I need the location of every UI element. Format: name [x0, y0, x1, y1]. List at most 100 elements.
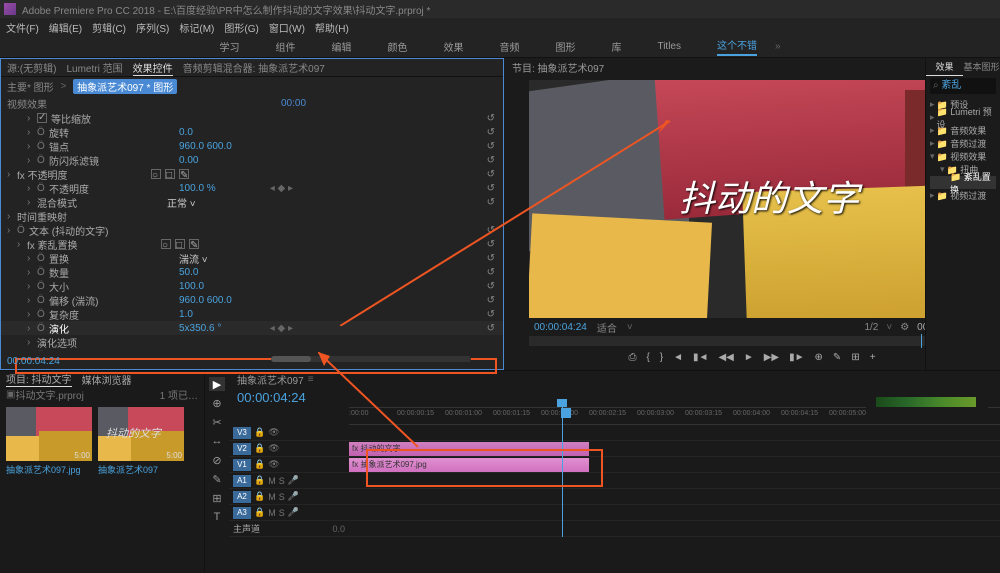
track-header[interactable]: A3🔒MS🎤 [229, 505, 349, 521]
title-text: Adobe Premiere Pro CC 2018 - E:\百度经验\PR中… [22, 2, 430, 17]
ec-timecode[interactable]: 00:00:04:24 [7, 356, 60, 367]
monitor-resolution[interactable]: 1/2 [864, 322, 878, 333]
workspace-tab[interactable]: 组件 [275, 39, 295, 54]
track-header[interactable]: A2🔒MS🎤 [229, 489, 349, 505]
menu-item[interactable]: 序列(S) [136, 20, 169, 35]
menu-item[interactable]: 标记(M) [179, 20, 214, 35]
property-row[interactable]: ›Ö置换湍流 ˅↺ [1, 251, 503, 265]
playback-button[interactable]: ◀◀ [718, 352, 733, 363]
effects-tree: ▸ 📁 预设▸ 📁 Lumetri 预设▸ 📁 音频效果▸ 📁 音频过渡▾ 📁 … [926, 96, 1000, 204]
tool-button[interactable]: ▶ [209, 377, 225, 391]
playhead-icon[interactable] [921, 334, 922, 348]
ec-tab[interactable]: 源:(无剪辑) [7, 60, 56, 75]
playback-button[interactable]: ▮► [789, 352, 804, 363]
menu-item[interactable]: 剪辑(C) [92, 20, 126, 35]
workspace-tab[interactable]: 学习 [219, 39, 239, 54]
effect-item[interactable]: ▸ 📁 Lumetri 预设 [930, 111, 996, 124]
track-header[interactable]: A1🔒MS🎤 [229, 473, 349, 489]
bin-item[interactable]: 抖动的文字5:00 抽象派艺术097 [98, 407, 184, 476]
timeline-menu-icon[interactable]: ≡ [308, 374, 314, 385]
property-row[interactable]: ›Ö数量50.0↺ [1, 265, 503, 279]
track-header[interactable]: 主声道0.0 [229, 521, 349, 537]
workspace-tab[interactable]: 效果 [443, 39, 463, 54]
property-row[interactable]: ›混合模式正常 ˅↺ [1, 195, 503, 209]
menu-item[interactable]: 帮助(H) [315, 20, 349, 35]
track-header[interactable]: V2🔒👁 [229, 441, 349, 457]
monitor-scrubber[interactable] [529, 336, 975, 346]
tool-button[interactable]: ✎ [209, 472, 225, 486]
playback-button[interactable]: ► [744, 352, 754, 363]
effects-search[interactable]: ⌕ 紊乱 [930, 78, 996, 94]
property-row[interactable]: ›Ö文本 (抖动的文字)↺ [1, 223, 503, 237]
property-row[interactable]: ›Ö旋转0.0↺ [1, 125, 503, 139]
playback-button[interactable]: ⎙ [628, 352, 636, 363]
monitor-timecode[interactable]: 00:00:04:24 [534, 322, 587, 333]
workspace-tab[interactable]: 编辑 [331, 39, 351, 54]
tool-button[interactable]: ↔ [209, 434, 225, 448]
property-row[interactable]: ›Ö防闪烁滤镜0.00↺ [1, 153, 503, 167]
playback-button[interactable]: ⊞ [851, 352, 859, 363]
playback-button[interactable]: ✎ [833, 352, 841, 363]
settings-icon[interactable]: ⚙ [900, 322, 909, 333]
track-header[interactable]: V3🔒👁 [229, 425, 349, 441]
ec-clip-link[interactable]: 抽象派艺术097 * 图形 [73, 79, 177, 94]
effects-tab[interactable]: 效果 [926, 58, 963, 76]
property-row[interactable]: ›演化选项 [1, 335, 503, 349]
effects-panel: 效果基本图形 ⌕ 紊乱 ▸ 📁 预设▸ 📁 Lumetri 预设▸ 📁 音频效果… [925, 58, 1000, 370]
ec-tab[interactable]: 音频剪辑混合器: 抽象派艺术097 [183, 60, 325, 75]
monitor-tab[interactable]: 节目: 抽象派艺术097 [512, 60, 604, 75]
tool-button[interactable]: T [209, 510, 225, 524]
property-row[interactable]: ›Ö锚点960.0 600.0↺ [1, 139, 503, 153]
menu-item[interactable]: 编辑(E) [49, 20, 82, 35]
workspace-active[interactable]: 这个不错 [717, 37, 757, 56]
effects-tab[interactable]: 基本图形 [963, 58, 1000, 76]
properties-list: ›✓等比缩放↺›Ö旋转0.0↺›Ö锚点960.0 600.0↺›Ö防闪烁滤镜0.… [1, 111, 503, 351]
track-header[interactable]: V1🔒👁 [229, 457, 349, 473]
property-row[interactable]: ›Ö偏移 (湍流)960.0 600.0↺ [1, 293, 503, 307]
effect-item[interactable]: 📁 紊乱置换 [930, 176, 996, 189]
menu-item[interactable]: 文件(F) [6, 20, 39, 35]
property-row[interactable]: ›Ö演化5x350.6 °◂ ◆ ▸↺ [1, 321, 503, 335]
playback-button[interactable]: { [646, 352, 649, 363]
workspace-tab[interactable]: 图形 [555, 39, 575, 54]
property-row[interactable]: ›Ö不透明度100.0 %◂ ◆ ▸↺ [1, 181, 503, 195]
playback-button[interactable]: ▮◄ [693, 352, 708, 363]
tool-button[interactable]: ⊞ [209, 491, 225, 505]
ec-tab[interactable]: Lumetri 范围 [66, 60, 122, 75]
playback-button[interactable]: + [870, 352, 876, 363]
workspace-menu-icon[interactable]: » [775, 41, 781, 52]
property-row[interactable]: ›fx 不透明度○□✎↺ [1, 167, 503, 181]
tool-button[interactable]: ⊘ [209, 453, 225, 467]
property-row[interactable]: ›✓等比缩放↺ [1, 111, 503, 125]
effect-item[interactable]: ▸ 📁 音频过渡 [930, 137, 996, 150]
tool-palette: ▶ ⊕ ✂ ↔ ⊘ ✎ ⊞ T [205, 371, 229, 573]
playback-button[interactable]: ⊕ [815, 352, 823, 363]
effect-item[interactable]: ▾ 📁 视频效果 [930, 150, 996, 163]
bin-item[interactable]: 5:00 抽象派艺术097.jpg [6, 407, 92, 476]
workspace-tab[interactable]: 音频 [499, 39, 519, 54]
property-row[interactable]: ›Ö大小100.0↺ [1, 279, 503, 293]
ec-tab[interactable]: 效果控件 [133, 60, 173, 76]
workspace-tab[interactable]: 库 [611, 39, 621, 54]
tool-button[interactable]: ✂ [209, 415, 225, 429]
workspace-tab[interactable]: 颜色 [387, 39, 407, 54]
playback-button[interactable]: ◄ [673, 352, 683, 363]
workspace-tab[interactable]: Titles [657, 41, 681, 52]
playback-button[interactable]: } [660, 352, 663, 363]
tool-button[interactable]: ⊕ [209, 396, 225, 410]
property-row[interactable]: ›Ö复杂度1.0↺ [1, 307, 503, 321]
monitor-viewport[interactable]: 抖动的文字 [529, 80, 975, 318]
overlay-text: 抖动的文字 [679, 170, 859, 222]
playback-button[interactable]: ▶▶ [764, 352, 779, 363]
property-row[interactable]: ›Ö固定全部固定 ˅↺ [1, 349, 503, 351]
bin-icon[interactable]: ▣ [6, 389, 15, 400]
effect-item[interactable]: ▸ 📁 视频过渡 [930, 189, 996, 202]
timeline-timecode[interactable]: 00:00:04:24 [237, 390, 306, 405]
ec-scrollbar[interactable] [271, 356, 471, 362]
effect-item[interactable]: ▸ 📁 音频效果 [930, 124, 996, 137]
monitor-zoom[interactable]: 适合 [597, 320, 617, 335]
menu-item[interactable]: 窗口(W) [269, 20, 305, 35]
property-row[interactable]: ›时间重映射 [1, 209, 503, 223]
property-row[interactable]: ›fx 紊乱置换○□✎↺ [1, 237, 503, 251]
menu-item[interactable]: 图形(G) [224, 20, 258, 35]
